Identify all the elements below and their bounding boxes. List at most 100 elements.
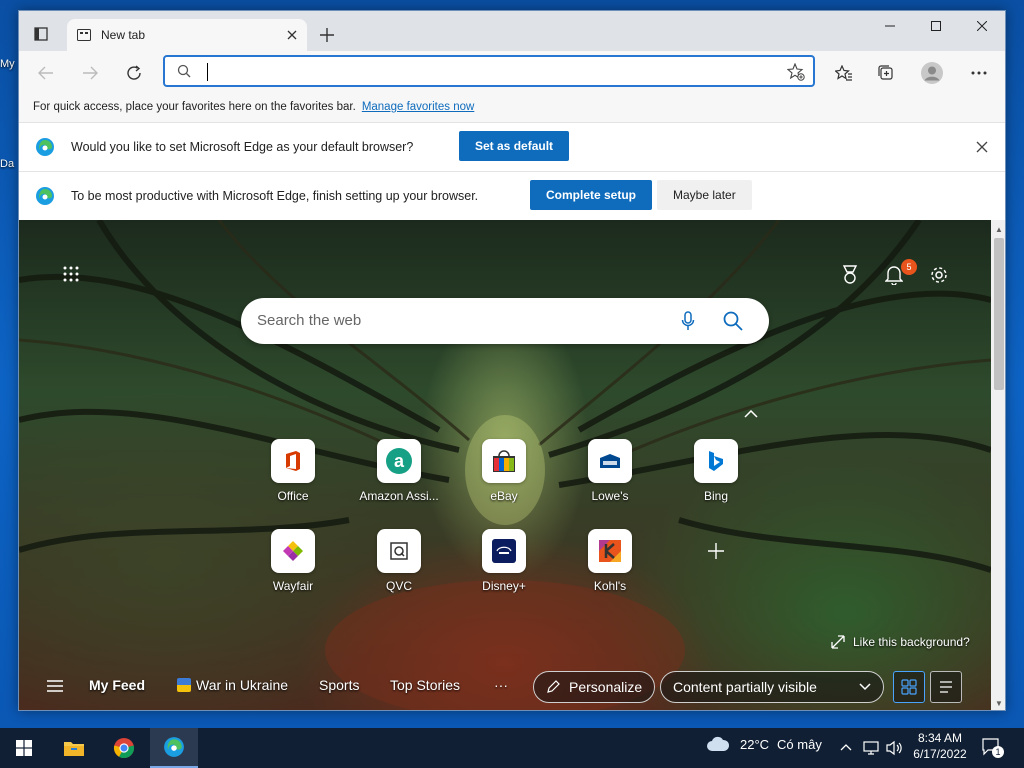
setup-infobar: To be most productive with Microsoft Edg… [19,172,1005,221]
maybe-later-button[interactable]: Maybe later [657,180,752,210]
collections-button[interactable] [871,59,901,87]
war-in-ukraine-tab[interactable]: War in Ukraine [196,677,288,693]
notification-center-button[interactable]: 1 [982,738,1004,759]
weather-description: Có mây [777,736,822,752]
favorites-button[interactable] [829,59,859,87]
content-visibility-value: Content partially visible [673,679,817,695]
personalize-button[interactable]: Personalize [533,671,656,703]
top-stories-tab[interactable]: Top Stories [390,677,460,693]
clock[interactable]: 8:34 AM 6/17/2022 [910,731,970,761]
more-icon [971,71,987,75]
collapse-chevron-icon[interactable] [744,410,758,418]
sports-tab[interactable]: Sports [319,677,359,693]
web-search-box[interactable]: Search the web [241,298,769,344]
add-quick-link-button[interactable] [671,529,761,573]
minimize-button[interactable] [867,11,913,41]
new-tab-button[interactable] [315,23,339,47]
edge-taskbar-button[interactable] [150,728,198,768]
forward-button[interactable] [75,59,105,87]
quick-link-bing[interactable]: Bing [671,439,761,503]
notification-badge: 1 [992,746,1004,758]
scrollbar-thumb[interactable] [994,238,1004,390]
list-layout-button[interactable] [930,671,962,703]
microphone-icon[interactable] [681,311,695,331]
close-icon[interactable] [976,141,988,153]
page-scrollbar[interactable]: ▲ ▼ [991,220,1005,710]
clock-date: 6/17/2022 [913,747,967,761]
address-input[interactable] [205,61,765,81]
ebay-icon [482,439,526,483]
my-feed-tab[interactable]: My Feed [89,677,145,693]
maximize-button[interactable] [913,11,959,41]
tab-new-tab[interactable]: New tab [67,19,307,51]
quick-link-label: Amazon Assi... [359,489,439,503]
manage-favorites-link[interactable]: Manage favorites now [362,101,475,113]
start-button[interactable] [0,728,48,768]
svg-text:a: a [394,451,405,471]
add-favorite-icon[interactable] [787,63,805,81]
more-feed-tabs-button[interactable]: ··· [494,677,508,693]
quick-link-label: Office [277,489,309,503]
tab-actions-button[interactable] [27,22,55,46]
edge-logo-icon [36,187,54,205]
scroll-down-arrow-icon[interactable]: ▼ [991,696,1005,710]
title-bar: New tab [19,11,1005,51]
quick-link-amazon[interactable]: a Amazon Assi... [354,439,444,503]
tab-title: New tab [101,28,146,42]
hamburger-menu-icon[interactable] [47,680,63,692]
new-tab-page: 5 Search the web Office a Amazon Assi...… [19,220,991,710]
weather-widget[interactable]: 22°C Có mây [706,736,822,752]
new-tab-page-icon [77,29,91,41]
file-explorer-taskbar-button[interactable] [50,728,98,768]
quick-link-ebay[interactable]: eBay [459,439,549,503]
navigation-toolbar [19,51,1005,95]
rewards-icon[interactable] [841,265,859,285]
quick-link-lowes[interactable]: Lowe's [565,439,655,503]
grid-layout-button[interactable] [893,671,925,703]
set-as-default-button[interactable]: Set as default [459,131,570,161]
close-tab-icon[interactable] [287,30,297,40]
disney-icon [482,529,526,573]
network-icon[interactable] [862,740,880,756]
quick-link-wayfair[interactable]: Wayfair [248,529,338,593]
apps-launcher-icon[interactable] [63,266,79,282]
refresh-icon [127,65,141,80]
list-layout-icon [940,681,952,693]
collections-icon [878,65,893,80]
refresh-button[interactable] [119,59,149,87]
maximize-icon [931,21,941,31]
show-hidden-icons-chevron-icon[interactable] [840,743,852,751]
kohls-icon [588,529,632,573]
desktop-icon-label[interactable]: Da [0,158,14,170]
quick-link-disney[interactable]: Disney+ [459,529,549,593]
quick-link-qvc[interactable]: QVC [354,529,444,593]
lowes-icon [588,439,632,483]
desktop-icon-label[interactable]: My [0,58,15,70]
scroll-up-arrow-icon[interactable]: ▲ [991,222,1005,236]
complete-setup-button[interactable]: Complete setup [530,180,653,210]
quick-link-kohls[interactable]: Kohl's [565,529,655,593]
profile-button[interactable] [917,59,947,87]
back-button[interactable] [31,59,61,87]
page-settings-gear-icon[interactable] [929,265,949,285]
windows-logo-icon [16,740,32,756]
default-browser-infobar: Would you like to set Microsoft Edge as … [19,123,1005,172]
close-window-button[interactable] [959,11,1005,41]
back-arrow-icon [38,66,53,80]
quick-link-office[interactable]: Office [248,439,338,503]
content-visibility-dropdown[interactable]: Content partially visible [660,671,884,703]
quick-link-label: QVC [385,579,412,593]
search-icon[interactable] [723,311,743,331]
favorites-bar-text: For quick access, place your favorites h… [33,101,356,113]
address-bar[interactable] [163,55,815,87]
search-icon [177,64,191,78]
like-background-link[interactable]: Like this background? [831,635,970,649]
chrome-taskbar-button[interactable] [100,728,148,768]
quick-link-label: eBay [490,489,518,503]
wayfair-icon [271,529,315,573]
quick-link-label: Disney+ [482,579,526,593]
grid-layout-icon [901,679,917,695]
settings-more-button[interactable] [964,59,994,87]
volume-icon[interactable] [886,740,904,756]
bing-icon [694,439,738,483]
